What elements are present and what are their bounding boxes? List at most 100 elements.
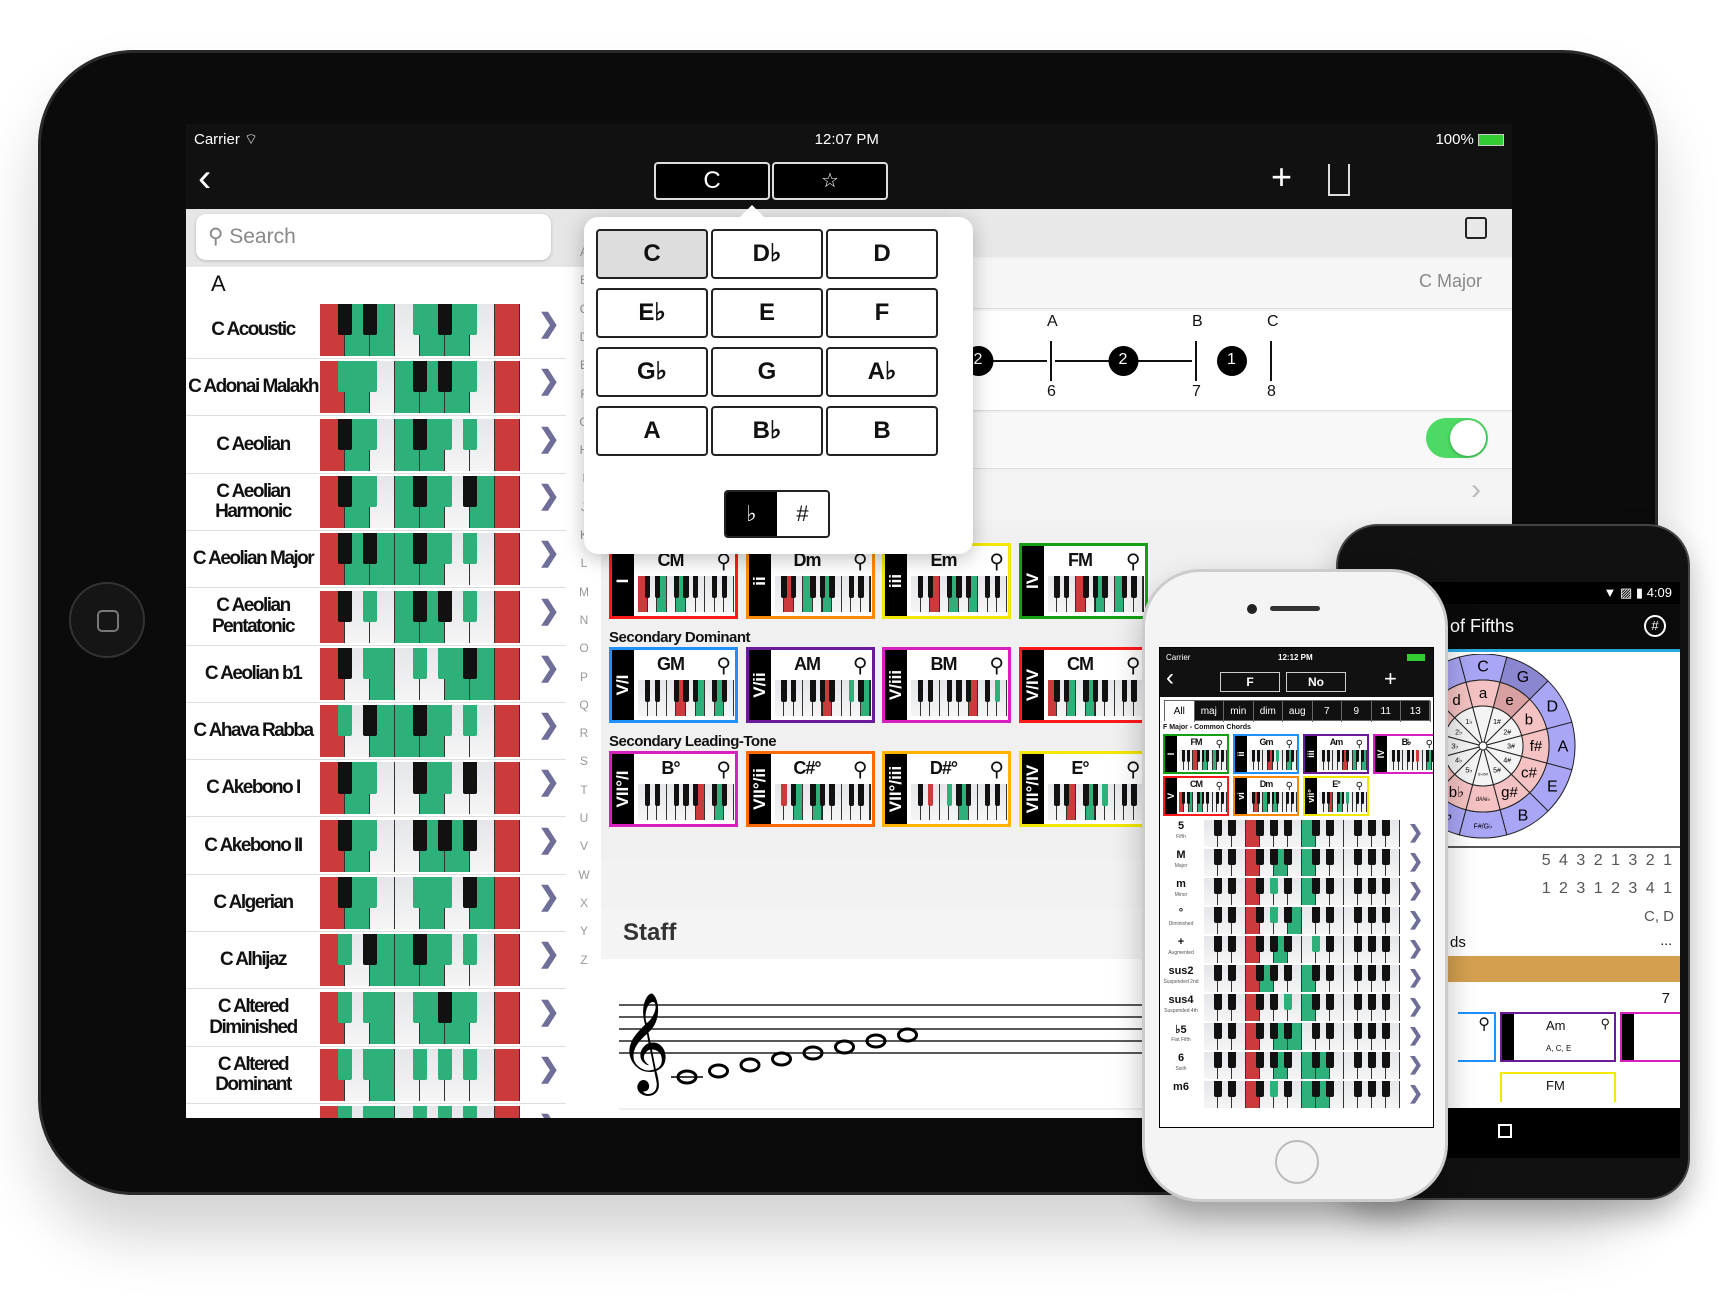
chevron-right-icon[interactable]: ❯ (538, 537, 560, 568)
filter-tab[interactable]: 9 (1342, 701, 1372, 722)
chevron-right-icon[interactable]: ❯ (538, 480, 560, 511)
index-letter[interactable]: T (576, 783, 592, 797)
list-item[interactable]: C Adonai Malakh ❯ (186, 359, 566, 417)
chevron-right-icon[interactable]: ❯ (538, 1053, 560, 1084)
chord-card[interactable]: I FM ⚲ (1163, 734, 1229, 774)
share-button[interactable] (1328, 164, 1350, 196)
chevron-right-icon[interactable]: ❯ (1408, 1083, 1423, 1104)
magnifier-icon[interactable]: ⚲ (716, 757, 731, 782)
chevron-right-icon[interactable]: ❯ (1408, 938, 1423, 959)
sharp-button[interactable]: # (777, 492, 828, 536)
chord-card[interactable]: VII°/iii D#° ⚲ (882, 751, 1011, 827)
chord-card[interactable]: VII°/IV E° ⚲ (1018, 751, 1148, 827)
magnifier-icon[interactable]: ⚲ (1286, 739, 1293, 750)
ipad-home-button[interactable] (69, 582, 145, 658)
chevron-right-icon[interactable]: ❯ (1408, 851, 1423, 872)
chord-card-partial[interactable] (1620, 1012, 1680, 1062)
list-item[interactable]: C Akebono II ❯ (186, 818, 566, 875)
list-item[interactable]: ❯ (186, 1104, 566, 1118)
chevron-right-icon[interactable]: ❯ (538, 824, 560, 855)
magnifier-icon[interactable]: ⚲ (716, 653, 731, 678)
chord-card[interactable]: IV B♭ ⚲ (1373, 734, 1433, 774)
chevron-right-icon[interactable]: ❯ (538, 709, 560, 740)
chord-card[interactable]: ii Dm ⚲ (745, 543, 875, 619)
chord-card[interactable]: iii Am ⚲ (1303, 734, 1369, 774)
chevron-right-icon[interactable]: ❯ (538, 308, 560, 339)
chevron-right-icon[interactable]: ❯ (538, 1110, 560, 1118)
chord-card-partial[interactable]: FM (1500, 1072, 1616, 1102)
android-chord-card[interactable]: Am ⚲ A, C, E (1500, 1012, 1616, 1062)
chevron-right-icon[interactable]: ❯ (538, 652, 560, 683)
chord-card[interactable]: V CM ⚲ (1163, 776, 1229, 816)
chord-card[interactable]: vii° E° ⚲ (1303, 776, 1369, 816)
magnifier-icon[interactable]: ⚲ (1126, 757, 1141, 782)
magnifier-icon[interactable]: ⚲ (1356, 781, 1363, 792)
list-item[interactable]: C Algerian ❯ (186, 875, 566, 932)
filter-tab[interactable]: dim (1254, 701, 1283, 722)
chord-card[interactable]: V/ii AM ⚲ (745, 647, 875, 723)
chord-card[interactable]: IV FM ⚲ (1018, 543, 1148, 619)
chevron-right-icon[interactable]: ❯ (538, 938, 560, 969)
filter-tab[interactable]: min (1224, 701, 1254, 722)
chevron-right-icon[interactable]: ❯ (1408, 1054, 1423, 1075)
key-button[interactable]: F (826, 288, 938, 338)
list-item[interactable]: C Akebono I ❯ (186, 760, 566, 818)
android-recents-button[interactable] (1498, 1124, 1512, 1138)
add-button[interactable]: + (1384, 666, 1397, 692)
favorite-button[interactable]: ☆ (772, 162, 888, 200)
option-button[interactable]: No (1286, 672, 1346, 692)
magnifier-icon[interactable]: ⚲ (1426, 739, 1433, 750)
key-button[interactable]: E (711, 288, 823, 338)
search-input[interactable]: ⚲ Search (196, 214, 551, 260)
chord-card[interactable]: V/iii BM ⚲ (882, 647, 1011, 723)
filter-tab[interactable]: aug (1283, 701, 1313, 722)
flat-button[interactable]: ♭ (726, 492, 777, 536)
chevron-right-icon[interactable]: ❯ (538, 423, 560, 454)
list-item[interactable]: C Acoustic ❯ (186, 302, 566, 359)
magnifier-icon[interactable]: ⚲ (989, 653, 1004, 678)
list-item[interactable]: C Ahava Rabba ❯ (186, 703, 566, 761)
chevron-right-icon[interactable]: ❯ (538, 996, 560, 1027)
list-item[interactable]: C Alhijaz ❯ (186, 932, 566, 990)
key-button[interactable]: D (826, 229, 938, 279)
magnifier-icon[interactable]: ⚲ (989, 757, 1004, 782)
chord-card[interactable]: ii Gm ⚲ (1233, 734, 1299, 774)
index-letter[interactable]: V (576, 839, 592, 853)
chord-card[interactable]: VII°/I B° ⚲ (609, 751, 738, 827)
chevron-right-icon[interactable]: ❯ (1408, 967, 1423, 988)
chevron-right-icon[interactable]: ❯ (1408, 1025, 1423, 1046)
index-letter[interactable]: S (576, 754, 592, 768)
filter-tab[interactable]: All (1165, 701, 1195, 722)
key-selector-button[interactable]: C (654, 162, 770, 200)
index-letter[interactable]: L (576, 556, 592, 570)
magnifier-icon[interactable]: ⚲ (1216, 781, 1223, 792)
index-letter[interactable]: U (576, 811, 592, 825)
chord-card[interactable]: iii Em ⚲ (882, 543, 1011, 619)
magnifier-icon[interactable]: ⚲ (1286, 781, 1293, 792)
list-item[interactable]: C Aeolian Pentatonic ❯ (186, 589, 566, 646)
list-item[interactable]: C Aeolian Harmonic ❯ (186, 474, 566, 531)
list-item[interactable]: C Altered Dominant ❯ (186, 1047, 566, 1104)
chord-card[interactable]: V/IV CM ⚲ (1018, 647, 1148, 723)
index-letter[interactable]: X (576, 896, 592, 910)
key-button[interactable]: F (1220, 672, 1280, 692)
toggle-switch[interactable] (1426, 418, 1488, 458)
chevron-right-icon[interactable]: ❯ (538, 595, 560, 626)
key-button[interactable]: C (596, 229, 708, 279)
index-letter[interactable]: O (576, 641, 592, 655)
key-button[interactable]: G♭ (596, 347, 708, 397)
magnifier-icon[interactable]: ⚲ (853, 757, 868, 782)
key-button[interactable]: D♭ (711, 229, 823, 279)
chord-card[interactable]: VII°/ii C#° ⚲ (745, 751, 875, 827)
chevron-right-icon[interactable]: ❯ (538, 881, 560, 912)
chord-card[interactable]: vi Dm ⚲ (1233, 776, 1299, 816)
key-button[interactable]: E♭ (596, 288, 708, 338)
chevron-right-icon[interactable]: ❯ (1408, 996, 1423, 1017)
more-button[interactable]: ... (1660, 932, 1672, 948)
chord-card[interactable]: I CM ⚲ (609, 543, 738, 619)
filter-tab[interactable]: maj (1195, 701, 1224, 722)
filter-tab[interactable]: 13 (1401, 701, 1431, 722)
chevron-right-icon[interactable]: ❯ (538, 365, 560, 396)
key-button[interactable]: B♭ (711, 406, 823, 456)
magnifier-icon[interactable]: ⚲ (1126, 653, 1141, 678)
